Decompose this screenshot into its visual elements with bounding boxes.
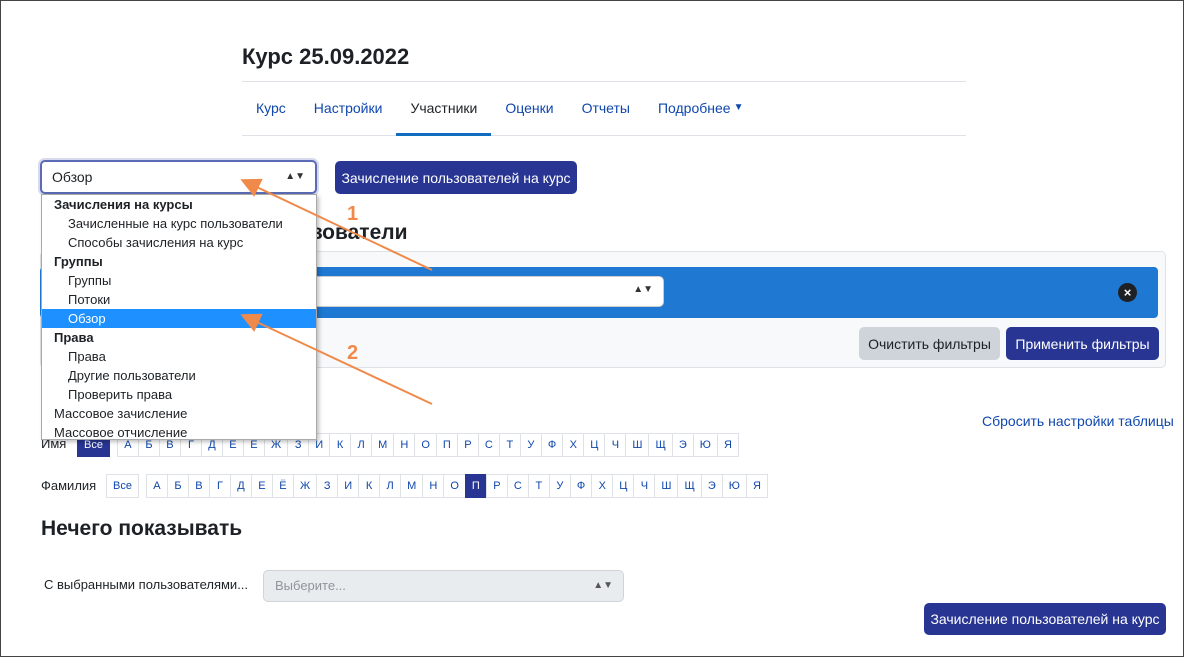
- lastname-initial-letter[interactable]: У: [548, 474, 571, 498]
- lastname-initial-letter[interactable]: З: [316, 474, 339, 498]
- nav-item-reports[interactable]: Отчеты: [568, 92, 644, 135]
- nothing-to-display-heading: Нечего показывать: [41, 517, 243, 540]
- lastname-initial-letter[interactable]: В: [187, 474, 210, 498]
- lastname-initial-letter[interactable]: М: [400, 474, 424, 498]
- lastname-initial-letter[interactable]: Ё: [271, 474, 294, 498]
- dropdown-option[interactable]: Способы зачисления на курс: [42, 233, 316, 252]
- lastname-initial-letter[interactable]: А: [145, 474, 168, 498]
- dropdown-optgroup: Группы: [54, 254, 103, 269]
- participants-page-select[interactable]: Обзор ▲▼: [40, 160, 317, 194]
- lastname-initials-label: Фамилия: [41, 478, 97, 493]
- firstname-initial-letter[interactable]: Я: [716, 433, 739, 457]
- lastname-initial-letter[interactable]: Ф: [569, 474, 593, 498]
- nav-item-grades[interactable]: Оценки: [491, 92, 567, 135]
- updown-arrows-icon: ▲▼: [285, 171, 305, 182]
- firstname-initial-letter[interactable]: Ц: [583, 433, 606, 457]
- dropdown-option[interactable]: Права: [42, 347, 316, 366]
- lastname-initial-letter[interactable]: Ж: [292, 474, 318, 498]
- dropdown-option[interactable]: Проверить права: [42, 385, 316, 404]
- nav-item-participants[interactable]: Участники: [396, 92, 492, 136]
- dropdown-option[interactable]: Потоки: [42, 290, 316, 309]
- dropdown-optgroup: Зачисления на курсы: [54, 197, 193, 212]
- lastname-initial-letter[interactable]: К: [358, 474, 381, 498]
- dropdown-option[interactable]: Другие пользователи: [42, 366, 316, 385]
- lastname-initial-letter[interactable]: Ч: [633, 474, 656, 498]
- updown-arrows-icon: ▲▼: [633, 284, 653, 295]
- firstname-initial-letter[interactable]: С: [477, 433, 500, 457]
- lastname-initial-letter[interactable]: Ю: [721, 474, 747, 498]
- lastname-initial-letter[interactable]: Р: [485, 474, 508, 498]
- dropdown-optgroup: Права: [54, 330, 94, 345]
- dropdown-option[interactable]: Обзор: [42, 309, 316, 328]
- firstname-initial-letter[interactable]: М: [371, 433, 395, 457]
- enrol-users-button-bottom[interactable]: Зачисление пользователей на курс: [924, 603, 1166, 635]
- lastname-initial-all[interactable]: Все: [106, 474, 139, 498]
- lastname-initial-letter[interactable]: П: [464, 474, 487, 498]
- lastname-initial-letter[interactable]: Б: [166, 474, 189, 498]
- firstname-initial-letter[interactable]: П: [435, 433, 458, 457]
- updown-arrows-icon: ▲▼: [593, 580, 613, 591]
- lastname-initial-letter[interactable]: Н: [422, 474, 445, 498]
- firstname-initial-letter[interactable]: Э: [671, 433, 694, 457]
- firstname-initial-letter[interactable]: К: [329, 433, 352, 457]
- lastname-initial-letter[interactable]: Ц: [612, 474, 635, 498]
- reset-table-link[interactable]: Сбросить настройки таблицы: [982, 413, 1174, 429]
- course-nav: Курс Настройки Участники Оценки Отчеты П…: [242, 92, 966, 136]
- bulk-select-placeholder: Выберите...: [275, 578, 346, 593]
- nav-item-more[interactable]: Подробнее ▼: [644, 92, 758, 135]
- filter-type-select[interactable]: ▲▼: [300, 276, 664, 307]
- lastname-initial-letter[interactable]: Я: [745, 474, 768, 498]
- lastname-initial-letter[interactable]: С: [506, 474, 529, 498]
- firstname-initial-letter[interactable]: Ф: [540, 433, 564, 457]
- clear-filters-button[interactable]: Очистить фильтры: [859, 327, 1000, 360]
- nav-item-course[interactable]: Курс: [242, 92, 300, 135]
- lastname-initial-letter[interactable]: Т: [527, 474, 550, 498]
- lastname-initial-letter[interactable]: Э: [700, 474, 723, 498]
- firstname-initial-letter[interactable]: Щ: [648, 433, 673, 457]
- lastname-initial-letter[interactable]: И: [337, 474, 360, 498]
- lastname-initial-letter[interactable]: Ш: [654, 474, 679, 498]
- lastname-initial-letter[interactable]: Х: [591, 474, 614, 498]
- lastname-initial-letter[interactable]: Л: [379, 474, 402, 498]
- close-circle-icon[interactable]: ×: [1118, 283, 1137, 302]
- firstname-initial-letter[interactable]: Х: [562, 433, 585, 457]
- participants-select-dropdown: Зачисления на курсы Зачисленные на курс п…: [41, 194, 317, 440]
- firstname-initial-letter[interactable]: О: [414, 433, 437, 457]
- lastname-initial-letter[interactable]: Д: [229, 474, 252, 498]
- firstname-initial-letter[interactable]: Л: [350, 433, 373, 457]
- dropdown-option[interactable]: Зачисленные на курс пользователи: [42, 214, 316, 233]
- firstname-initial-letter[interactable]: Р: [456, 433, 479, 457]
- firstname-initial-letter[interactable]: У: [519, 433, 542, 457]
- dropdown-option[interactable]: Массовое зачисление: [42, 404, 316, 423]
- page-title: Курс 25.09.2022: [242, 44, 410, 69]
- dropdown-option[interactable]: Массовое отчисление: [42, 423, 316, 442]
- enrol-users-button[interactable]: Зачисление пользователей на курс: [335, 161, 577, 194]
- dropdown-option[interactable]: Группы: [42, 271, 316, 290]
- lastname-initial-letter[interactable]: О: [443, 474, 466, 498]
- nav-item-settings[interactable]: Настройки: [300, 92, 397, 135]
- bulk-action-select[interactable]: Выберите... ▲▼: [263, 570, 624, 602]
- apply-filters-button[interactable]: Применить фильтры: [1006, 327, 1159, 360]
- lastname-initials-bar: Все А Б В Г Д Е Ё Ж З И К Л М Н О П Р С Т У Ф Х Ц Ч Ш Щ Э Ю Я: [106, 474, 768, 498]
- lastname-initial-letter[interactable]: Г: [208, 474, 231, 498]
- select-value: Обзор: [52, 169, 93, 185]
- lastname-initial-letter[interactable]: Е: [250, 474, 273, 498]
- firstname-initial-letter[interactable]: Т: [498, 433, 521, 457]
- title-divider: [242, 81, 966, 82]
- firstname-initial-letter[interactable]: Ю: [692, 433, 718, 457]
- with-selected-label: С выбранными пользователями...: [44, 577, 249, 592]
- chevron-down-icon: ▼: [733, 102, 744, 113]
- firstname-initial-letter[interactable]: Ш: [625, 433, 650, 457]
- firstname-initial-letter[interactable]: Н: [393, 433, 416, 457]
- firstname-initial-letter[interactable]: Ч: [604, 433, 627, 457]
- lastname-initial-letter[interactable]: Щ: [677, 474, 702, 498]
